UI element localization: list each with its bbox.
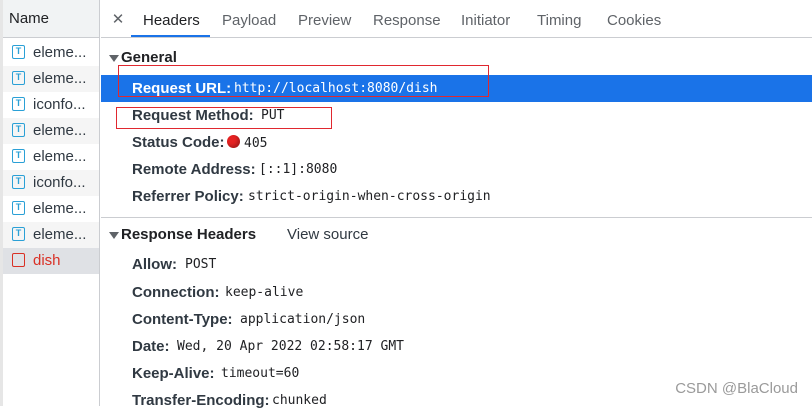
header-value: 405 [244,136,268,151]
header-row-connection: Connection: keep-alive [101,279,812,306]
request-item-dish[interactable]: dish [3,248,99,274]
request-item-label: eleme... [33,44,87,61]
header-row-allow: Allow: POST [101,251,812,278]
detail-tab-bar: ✕ Headers Payload Preview Response Initi… [101,0,812,38]
section-title-general[interactable]: General [121,49,177,66]
header-value: POST [185,257,217,272]
header-row-date: Date: Wed, 20 Apr 2022 02:58:17 GMT [101,333,812,360]
request-item-label: dish [33,252,61,269]
name-column-header[interactable]: Name [3,0,99,38]
header-key: Content-Type: [132,311,233,328]
file-text-icon: T [12,201,25,215]
view-source-link[interactable]: View source [287,226,368,243]
request-item[interactable]: T eleme... [3,222,99,248]
header-key: Allow: [132,256,177,273]
status-value-wrap: 405 [227,129,267,157]
header-row-referrer-policy: Referrer Policy: strict-origin-when-cros… [101,183,812,210]
triangle-down-icon[interactable] [109,232,119,239]
request-item[interactable]: T iconfo... [3,170,99,196]
request-list-panel: Name T eleme... T eleme... T iconfo... T… [0,0,100,406]
headers-pane: General Request URL: http://localhost:80… [101,39,812,409]
file-text-icon: T [12,149,25,163]
request-item-label: iconfo... [33,174,86,191]
request-item-label: eleme... [33,70,87,87]
header-value: strict-origin-when-cross-origin [248,189,491,204]
header-key: Date: [132,338,170,355]
request-item-label: iconfo... [33,96,86,113]
header-value: application/json [240,312,366,327]
header-key: Transfer-Encoding: [132,392,270,409]
close-icon[interactable]: ✕ [111,0,125,38]
file-text-icon: T [12,97,25,111]
request-item[interactable]: T eleme... [3,66,99,92]
watermark: CSDN @BlaCloud [675,380,798,397]
status-error-dot-icon [227,134,240,148]
header-row-remote-address: Remote Address: [::1]:8080 [101,156,812,183]
section-divider [101,217,812,218]
request-item-label: eleme... [33,148,87,165]
request-item[interactable]: T iconfo... [3,92,99,118]
tab-preview[interactable]: Preview [298,0,351,38]
request-item[interactable]: T eleme... [3,40,99,66]
request-list: T eleme... T eleme... T iconfo... T elem… [3,40,99,274]
header-value: chunked [272,393,327,408]
header-value: [::1]:8080 [259,162,338,177]
header-key: Referrer Policy: [132,188,244,205]
tab-response[interactable]: Response [373,0,441,38]
file-text-icon: T [12,71,25,85]
file-text-icon: T [12,45,25,59]
header-value: Wed, 20 Apr 2022 02:58:17 GMT [177,339,404,354]
tab-payload[interactable]: Payload [222,0,276,38]
header-key: Keep-Alive: [132,365,215,382]
tab-cookies[interactable]: Cookies [607,0,661,38]
request-item[interactable]: T eleme... [3,118,99,144]
file-text-icon: T [12,123,25,137]
request-item[interactable]: T eleme... [3,144,99,170]
file-text-icon: T [12,175,25,189]
triangle-down-icon[interactable] [109,55,119,62]
header-key: Remote Address: [132,161,256,178]
tab-initiator[interactable]: Initiator [461,0,510,38]
header-row-status-code: Status Code: 405 [101,129,812,156]
tab-timing[interactable]: Timing [537,0,581,38]
annotation-box-method [116,107,332,129]
request-item-label: eleme... [33,226,87,243]
header-value: keep-alive [225,285,304,300]
tab-headers[interactable]: Headers [143,0,200,38]
annotation-box-url [118,65,489,97]
header-value: timeout=60 [221,366,300,381]
request-item-label: eleme... [33,122,87,139]
header-key: Status Code: [132,134,225,151]
section-title-response-headers[interactable]: Response Headers [121,226,256,243]
file-text-icon: T [12,227,25,241]
active-tab-indicator [131,35,210,37]
request-item[interactable]: T eleme... [3,196,99,222]
header-row-content-type: Content-Type: application/json [101,306,812,333]
file-error-icon [12,253,25,267]
request-item-label: eleme... [33,200,87,217]
header-key: Connection: [132,284,220,301]
